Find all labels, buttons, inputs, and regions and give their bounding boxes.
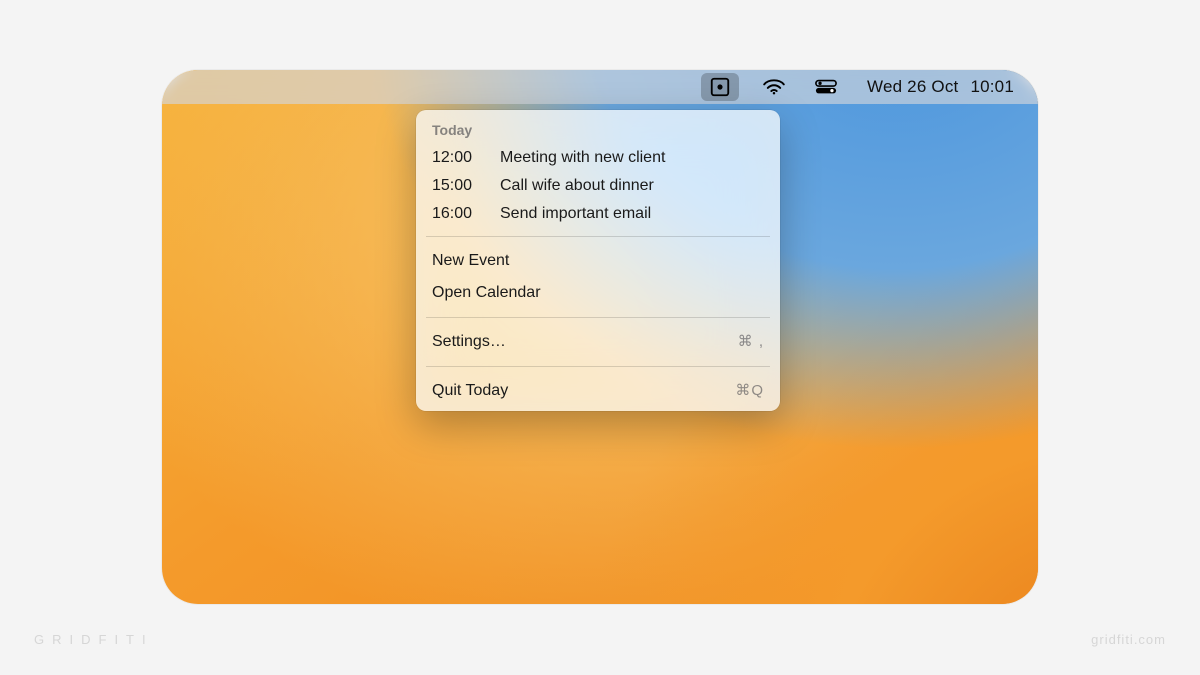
menu-item-quit[interactable]: Quit Today ⌘Q bbox=[416, 375, 780, 407]
event-title: Send important email bbox=[500, 203, 764, 225]
event-time: 15:00 bbox=[432, 175, 478, 197]
menu-divider bbox=[426, 317, 770, 318]
watermark-brand: GRIDFITI bbox=[34, 632, 154, 647]
menu-item-new-event[interactable]: New Event bbox=[416, 245, 780, 277]
menu-divider bbox=[426, 236, 770, 237]
event-time: 16:00 bbox=[432, 203, 478, 225]
menu-item-label: New Event bbox=[432, 250, 764, 272]
menu-divider bbox=[426, 366, 770, 367]
macos-menubar: Wed 26 Oct 10:01 bbox=[162, 70, 1038, 104]
event-time: 12:00 bbox=[432, 147, 478, 169]
keyboard-shortcut: ⌘ , bbox=[738, 331, 764, 353]
menubar-control-center-icon[interactable] bbox=[809, 73, 843, 101]
menu-item-open-calendar[interactable]: Open Calendar bbox=[416, 277, 780, 309]
event-title: Call wife about dinner bbox=[500, 175, 764, 197]
dropdown-section-title: Today bbox=[416, 118, 780, 144]
event-row[interactable]: 12:00 Meeting with new client bbox=[416, 144, 780, 172]
desktop-screenshot: Wed 26 Oct 10:01 Today 12:00 Meeting wit… bbox=[162, 70, 1038, 604]
watermark-url: gridfiti.com bbox=[1091, 632, 1166, 647]
menubar-date: Wed 26 Oct bbox=[867, 77, 958, 97]
menubar-clock[interactable]: Wed 26 Oct 10:01 bbox=[861, 73, 1020, 101]
menubar-today-app-icon[interactable] bbox=[701, 73, 739, 101]
calendar-today-icon bbox=[709, 76, 731, 98]
menu-item-label: Settings… bbox=[432, 331, 738, 353]
event-row[interactable]: 16:00 Send important email bbox=[416, 200, 780, 228]
menubar-time: 10:01 bbox=[970, 77, 1014, 97]
event-title: Meeting with new client bbox=[500, 147, 764, 169]
keyboard-shortcut: ⌘Q bbox=[735, 380, 764, 402]
control-center-icon bbox=[815, 79, 837, 95]
wifi-icon bbox=[763, 79, 785, 95]
menu-item-label: Open Calendar bbox=[432, 282, 764, 304]
today-dropdown-menu: Today 12:00 Meeting with new client 15:0… bbox=[416, 110, 780, 411]
menu-item-label: Quit Today bbox=[432, 380, 735, 402]
menu-item-settings[interactable]: Settings… ⌘ , bbox=[416, 326, 780, 358]
event-row[interactable]: 15:00 Call wife about dinner bbox=[416, 172, 780, 200]
menubar-wifi-icon[interactable] bbox=[757, 73, 791, 101]
